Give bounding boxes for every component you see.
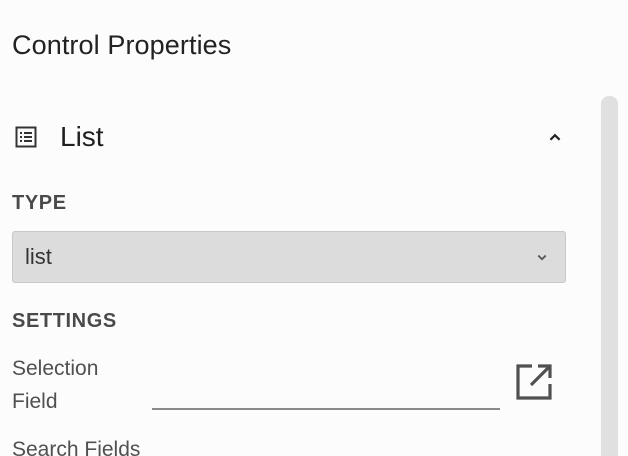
control-properties-panel: Control Properties List TYPE list SETTIN…	[0, 0, 628, 456]
list-alt-icon	[15, 126, 37, 148]
panel-title: Control Properties	[12, 30, 232, 60]
section-label: List	[60, 121, 104, 152]
type-group-label: TYPE	[12, 192, 67, 214]
selection-field-input[interactable]	[152, 372, 500, 410]
scrollbar[interactable]	[601, 96, 618, 456]
settings-group-label: SETTINGS	[12, 310, 117, 332]
type-select-value: list	[25, 244, 52, 269]
list-section-header[interactable]: List	[0, 110, 590, 166]
chevron-up-icon[interactable]	[544, 126, 566, 148]
type-select[interactable]: list	[12, 231, 566, 283]
search-fields-label: Search Fields	[12, 438, 141, 456]
open-in-new-icon[interactable]	[514, 362, 554, 402]
selection-field-label: Selection Field	[12, 357, 99, 413]
chevron-down-icon	[537, 254, 547, 261]
